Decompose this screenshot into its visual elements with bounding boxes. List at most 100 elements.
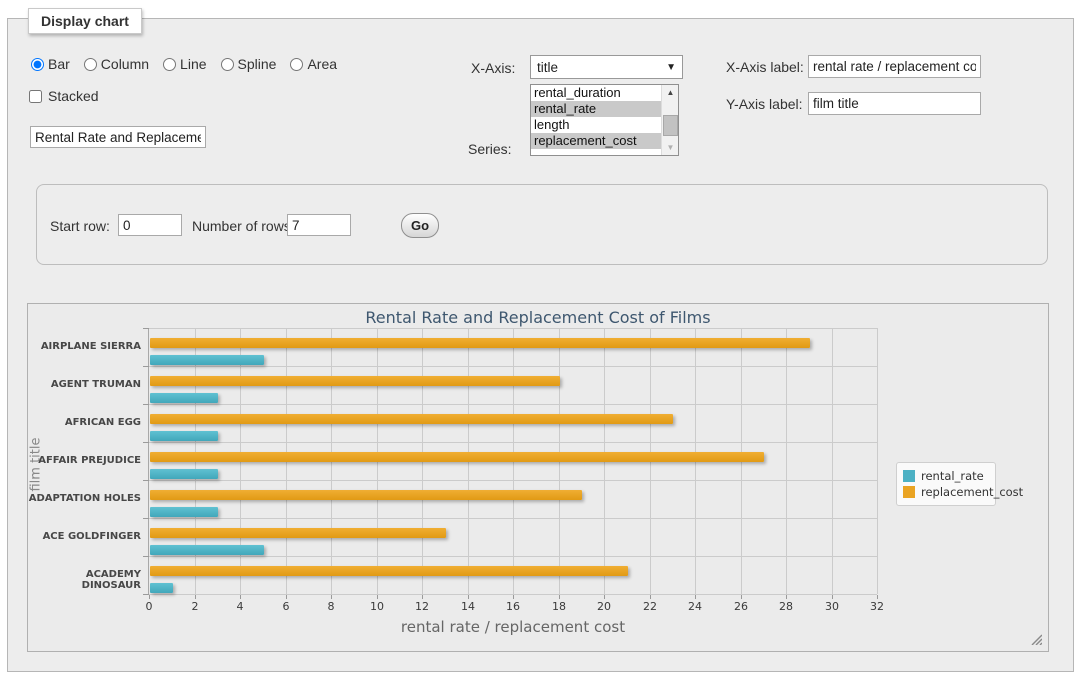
bar-rental_rate <box>150 583 173 593</box>
resize-grip-icon[interactable] <box>1029 632 1042 645</box>
x-axis-tick-label: 0 <box>134 600 164 613</box>
x-axis-tick <box>240 595 241 599</box>
bar-rental_rate <box>150 507 218 517</box>
scrollbar-thumb[interactable] <box>663 115 678 136</box>
x-axis-tick-label: 2 <box>180 600 210 613</box>
x-axis-select[interactable]: title ▼ <box>530 55 683 79</box>
x-axis-tick <box>286 595 287 599</box>
chart-type-radio-line[interactable] <box>163 58 176 71</box>
series-options: rental_durationrental_ratelengthreplacem… <box>531 85 661 149</box>
x-axis-tick-label: 16 <box>498 600 528 613</box>
bar-replacement_cost <box>150 338 810 348</box>
series-option-rental_duration[interactable]: rental_duration <box>531 85 661 101</box>
y-axis-tick <box>143 442 149 443</box>
chart-plot-area <box>149 328 877 594</box>
x-axis-tick-label: 6 <box>271 600 301 613</box>
bar-replacement_cost <box>150 414 673 424</box>
chart-legend: rental_ratereplacement_cost <box>896 462 996 506</box>
bar-rental_rate <box>150 469 218 479</box>
gridline-horizontal <box>149 518 877 519</box>
chart-title-input[interactable] <box>30 126 206 148</box>
go-button[interactable]: Go <box>401 213 439 238</box>
x-axis-tick-label: 10 <box>362 600 392 613</box>
chart-type-radio-bar[interactable] <box>31 58 44 71</box>
chart-type-radio-spline[interactable] <box>221 58 234 71</box>
legend-swatch-icon <box>903 486 915 498</box>
chart-type-option-line: Line <box>163 56 206 72</box>
series-option-replacement_cost[interactable]: replacement_cost <box>531 133 661 149</box>
chart-title: Rental Rate and Replacement Cost of Film… <box>28 308 1048 327</box>
scroll-down-icon[interactable]: ▼ <box>662 140 679 155</box>
bar-rental_rate <box>150 355 264 365</box>
legend-item-replacement_cost[interactable]: replacement_cost <box>903 484 989 500</box>
category-label: AFFAIR PREJUDICE <box>28 455 141 466</box>
legend-label: rental_rate <box>921 469 984 483</box>
bar-replacement_cost <box>150 566 628 576</box>
bar-rental_rate <box>150 431 218 441</box>
x-axis-tick-label: 30 <box>817 600 847 613</box>
category-label: ADAPTATION HOLES <box>28 493 141 504</box>
start-row-input[interactable] <box>118 214 182 236</box>
x-axis-tick-label: 14 <box>453 600 483 613</box>
legend-swatch-icon <box>903 470 915 482</box>
chart-type-radio-label: Area <box>307 56 337 72</box>
gridline-vertical <box>832 328 833 594</box>
gridline-horizontal <box>149 328 877 329</box>
chart-type-radio-group: BarColumnLineSplineArea <box>31 56 345 72</box>
x-axis-tick <box>877 595 878 599</box>
y-axis-tick <box>143 404 149 405</box>
x-axis-tick-label: 18 <box>544 600 574 613</box>
gridline-vertical <box>877 328 878 594</box>
y-axis-tick <box>143 518 149 519</box>
category-label: AIRPLANE SIERRA <box>28 341 141 352</box>
num-rows-input[interactable] <box>287 214 351 236</box>
chevron-down-icon: ▼ <box>666 62 676 73</box>
panel-title: Display chart <box>28 8 142 34</box>
gridline-horizontal <box>149 480 877 481</box>
x-axis-tick <box>422 595 423 599</box>
x-axis-tick-label: 8 <box>316 600 346 613</box>
category-label: AGENT TRUMAN <box>28 379 141 390</box>
y-axis-tick <box>143 594 149 595</box>
chart-type-radio-label: Line <box>180 56 206 72</box>
x-axis-tick-label: 24 <box>680 600 710 613</box>
legend-item-rental_rate[interactable]: rental_rate <box>903 468 989 484</box>
chart-type-radio-label: Bar <box>48 56 70 72</box>
x-axis-tick <box>377 595 378 599</box>
scroll-up-icon[interactable]: ▲ <box>662 85 679 100</box>
chart-container: Rental Rate and Replacement Cost of Film… <box>27 303 1049 652</box>
gridline-horizontal <box>149 556 877 557</box>
category-label: ACE GOLDFINGER <box>28 531 141 542</box>
chart-type-radio-column[interactable] <box>84 58 97 71</box>
chart-type-radio-label: Spline <box>238 56 277 72</box>
category-label: AFRICAN EGG <box>28 417 141 428</box>
x-axis-tick-label: 26 <box>726 600 756 613</box>
x-axis-tick <box>695 595 696 599</box>
chart-type-option-area: Area <box>290 56 337 72</box>
chart-type-radio-area[interactable] <box>290 58 303 71</box>
series-option-length[interactable]: length <box>531 117 661 133</box>
y-axis-line <box>148 328 149 595</box>
x-axis-tick <box>559 595 560 599</box>
legend-label: replacement_cost <box>921 485 1023 499</box>
x-axis-tick-label: 12 <box>407 600 437 613</box>
x-axis-tick <box>331 595 332 599</box>
series-listbox[interactable]: rental_durationrental_ratelengthreplacem… <box>530 84 679 156</box>
bar-replacement_cost <box>150 376 560 386</box>
chart-type-option-spline: Spline <box>221 56 277 72</box>
x-axis-tick-label: 20 <box>589 600 619 613</box>
x-axis-tick <box>149 595 150 599</box>
series-select-label: Series: <box>468 141 512 157</box>
y-axis-tick <box>143 556 149 557</box>
series-option-rental_rate[interactable]: rental_rate <box>531 101 661 117</box>
series-scrollbar[interactable]: ▲ ▼ <box>661 85 678 155</box>
stacked-row: Stacked <box>29 88 99 104</box>
x-axis-tick-label: 32 <box>862 600 892 613</box>
stacked-checkbox[interactable] <box>29 90 42 103</box>
x-axis-tick <box>604 595 605 599</box>
bar-replacement_cost <box>150 452 764 462</box>
x-axis-label-input[interactable] <box>808 55 981 78</box>
y-axis-label-input[interactable] <box>808 92 981 115</box>
x-axis-tick <box>741 595 742 599</box>
gridline-horizontal <box>149 594 877 595</box>
